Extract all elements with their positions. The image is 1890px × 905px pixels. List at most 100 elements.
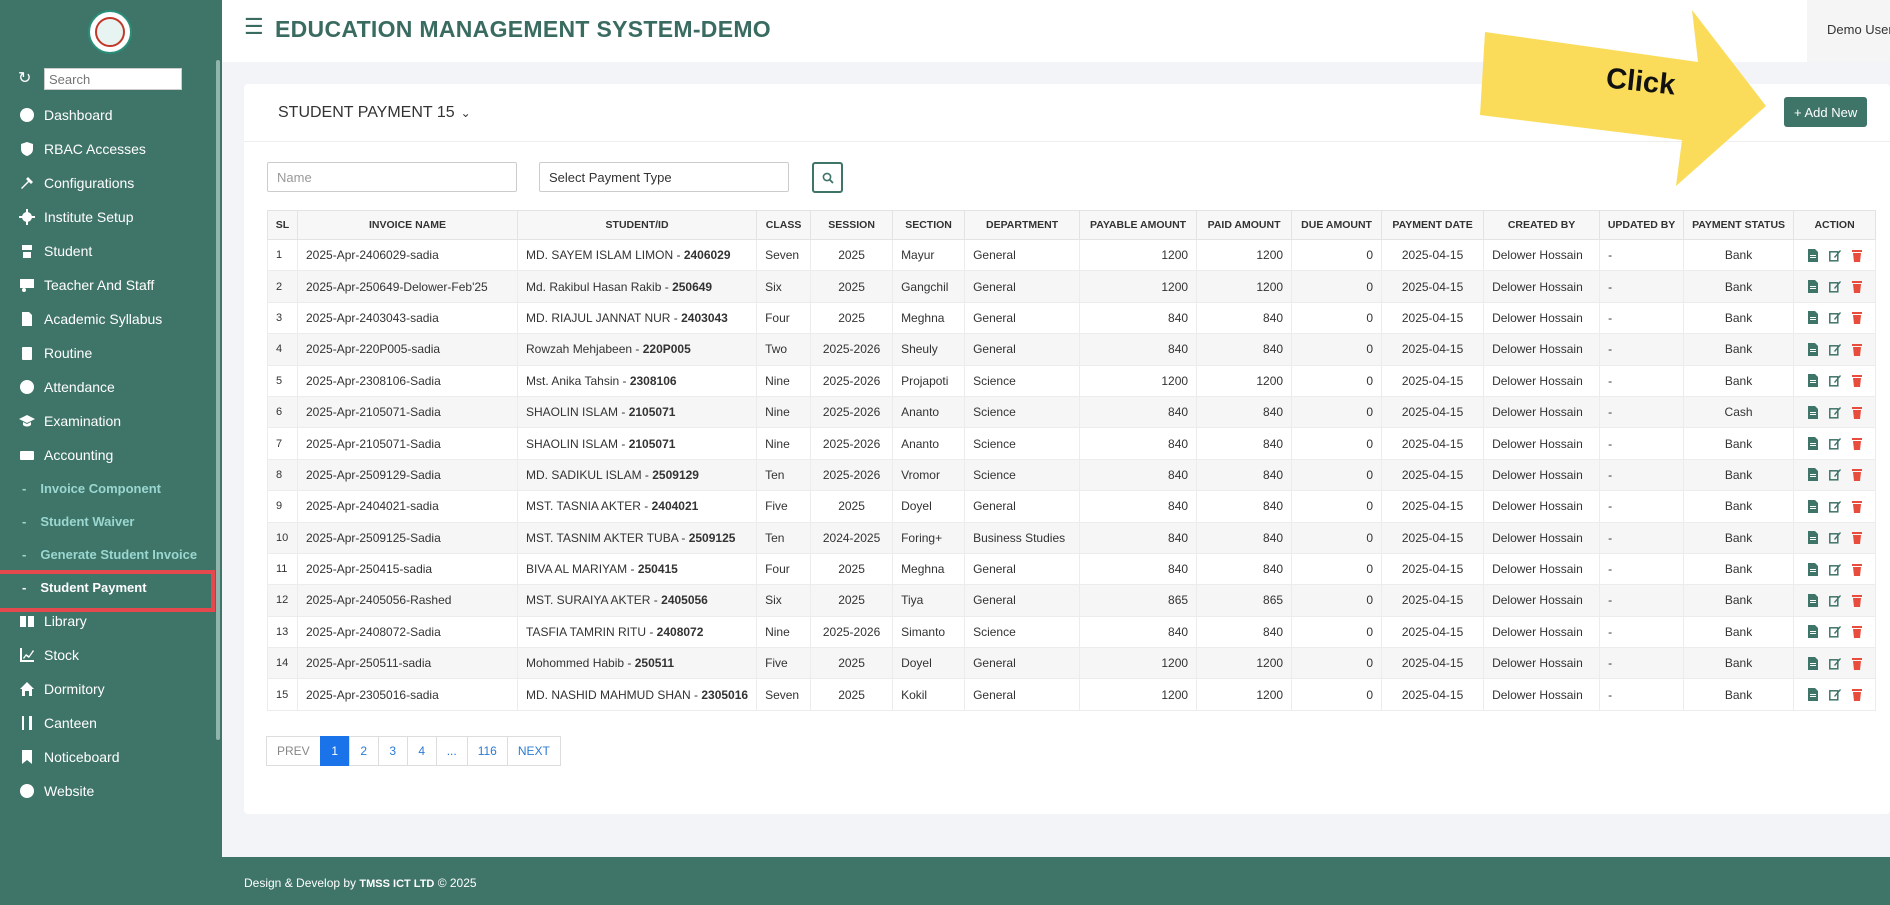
sidebar-subitem-invoice-component[interactable]: - Invoice Component: [0, 472, 214, 505]
edit-icon[interactable]: [1828, 343, 1841, 356]
column-header[interactable]: INVOICE NAME: [297, 210, 518, 240]
sidebar-search-input[interactable]: [44, 68, 182, 90]
view-document-icon[interactable]: [1807, 593, 1819, 607]
edit-icon[interactable]: [1828, 311, 1841, 325]
view-document-icon[interactable]: [1807, 437, 1819, 451]
view-document-icon[interactable]: [1807, 688, 1819, 702]
edit-icon[interactable]: [1828, 500, 1841, 513]
edit-icon[interactable]: [1828, 374, 1841, 387]
edit-icon[interactable]: [1828, 437, 1841, 450]
delete-icon[interactable]: [1851, 594, 1863, 607]
sidebar-item-teacher-and-staff[interactable]: Teacher And Staff: [0, 268, 214, 302]
delete-icon[interactable]: [1851, 657, 1863, 670]
delete-icon[interactable]: [1851, 531, 1863, 545]
user-menu[interactable]: Demo User: [1807, 0, 1890, 62]
view-document-icon[interactable]: [1807, 562, 1819, 576]
view-document-icon[interactable]: [1807, 374, 1819, 388]
view-document-icon[interactable]: [1807, 248, 1819, 262]
payment-type-select[interactable]: Select Payment Type: [539, 162, 789, 192]
page-button[interactable]: 3: [377, 736, 408, 766]
delete-icon[interactable]: [1851, 280, 1863, 294]
column-header[interactable]: CLASS: [756, 210, 812, 240]
sidebar-item-dormitory[interactable]: Dormitory: [0, 672, 214, 706]
column-header[interactable]: PAID AMOUNT: [1196, 210, 1293, 240]
delete-icon[interactable]: [1851, 468, 1863, 482]
column-header[interactable]: UPDATED BY: [1599, 210, 1685, 240]
delete-icon[interactable]: [1851, 688, 1863, 702]
page-button[interactable]: 116: [466, 736, 508, 766]
search-button[interactable]: [812, 162, 843, 193]
delete-icon[interactable]: [1851, 311, 1863, 325]
sidebar-item-noticeboard[interactable]: Noticeboard: [0, 740, 214, 774]
edit-icon[interactable]: [1828, 406, 1841, 419]
sidebar-item-rbac-accesses[interactable]: RBAC Accesses: [0, 132, 214, 166]
edit-icon[interactable]: [1828, 531, 1841, 544]
sidebar-subitem-generate-student-invoice[interactable]: - Generate Student Invoice: [0, 538, 214, 571]
view-document-icon[interactable]: [1807, 531, 1819, 545]
edit-icon[interactable]: [1828, 625, 1841, 638]
column-header[interactable]: ACTION: [1793, 210, 1877, 240]
edit-icon[interactable]: [1828, 657, 1841, 670]
next-page-button[interactable]: NEXT: [506, 736, 561, 766]
sidebar-item-configurations[interactable]: Configurations: [0, 166, 214, 200]
column-header[interactable]: SECTION: [892, 210, 966, 240]
page-button[interactable]: 2: [348, 736, 379, 766]
sidebar-item-stock[interactable]: Stock: [0, 638, 214, 672]
sidebar-item-website[interactable]: Website: [0, 774, 214, 808]
page-button[interactable]: 4: [406, 736, 437, 766]
delete-icon[interactable]: [1851, 249, 1863, 262]
column-header[interactable]: CREATED BY: [1483, 210, 1601, 240]
institute-logo[interactable]: [88, 10, 132, 54]
sidebar-item-institute-setup[interactable]: Institute Setup: [0, 200, 214, 234]
view-document-icon[interactable]: [1807, 405, 1819, 419]
view-document-icon[interactable]: [1807, 311, 1819, 325]
column-header[interactable]: DEPARTMENT: [964, 210, 1081, 240]
column-header[interactable]: PAYMENT STATUS: [1683, 210, 1795, 240]
column-header[interactable]: SESSION: [810, 210, 894, 240]
sidebar-item-attendance[interactable]: Attendance: [0, 370, 214, 404]
edit-icon[interactable]: [1828, 280, 1841, 293]
edit-icon[interactable]: [1828, 563, 1841, 576]
cell-status: Bank: [1683, 647, 1795, 680]
sidebar-item-accounting[interactable]: Accounting: [0, 438, 214, 472]
card-title-dropdown[interactable]: STUDENT PAYMENT 15 ⌄: [278, 104, 471, 122]
delete-icon[interactable]: [1851, 374, 1863, 388]
edit-icon[interactable]: [1828, 594, 1841, 607]
sidebar-item-dashboard[interactable]: Dashboard: [0, 98, 214, 132]
sidebar-item-examination[interactable]: Examination: [0, 404, 214, 438]
sidebar-subitem-student-waiver[interactable]: - Student Waiver: [0, 505, 214, 538]
sidebar-item-routine[interactable]: Routine: [0, 336, 214, 370]
view-document-icon[interactable]: [1807, 656, 1819, 670]
column-header[interactable]: PAYMENT DATE: [1381, 210, 1485, 240]
sidebar-item-student[interactable]: Student: [0, 234, 214, 268]
sidebar-item-canteen[interactable]: Canteen: [0, 706, 214, 740]
column-header[interactable]: SL: [267, 210, 298, 240]
column-header[interactable]: STUDENT/ID: [516, 210, 758, 240]
name-filter-input[interactable]: Name: [267, 162, 517, 192]
view-document-icon[interactable]: [1807, 468, 1819, 482]
edit-icon[interactable]: [1828, 249, 1841, 262]
page-button[interactable]: 1: [319, 736, 350, 766]
prev-page-button[interactable]: PREV: [266, 736, 321, 766]
page-button[interactable]: ...: [435, 736, 468, 766]
delete-icon[interactable]: [1851, 343, 1863, 356]
edit-icon[interactable]: [1828, 688, 1841, 701]
column-header[interactable]: DUE AMOUNT: [1291, 210, 1383, 240]
sidebar-item-academic-syllabus[interactable]: Academic Syllabus: [0, 302, 214, 336]
delete-icon[interactable]: [1851, 625, 1863, 639]
refresh-icon[interactable]: ↻: [18, 70, 36, 88]
view-document-icon[interactable]: [1807, 625, 1819, 639]
edit-icon[interactable]: [1828, 468, 1841, 481]
sidebar-scrollbar[interactable]: [216, 60, 220, 740]
cell-department: Science: [964, 395, 1081, 429]
delete-icon[interactable]: [1851, 563, 1863, 576]
column-header[interactable]: PAYABLE AMOUNT: [1079, 210, 1198, 240]
view-document-icon[interactable]: [1807, 499, 1819, 513]
view-document-icon[interactable]: [1807, 342, 1819, 356]
delete-icon[interactable]: [1851, 406, 1863, 419]
view-document-icon[interactable]: [1807, 280, 1819, 294]
add-new-button[interactable]: + Add New: [1784, 97, 1868, 127]
delete-icon[interactable]: [1851, 437, 1863, 451]
delete-icon[interactable]: [1851, 500, 1863, 513]
hamburger-menu-icon[interactable]: ☰: [244, 14, 264, 40]
